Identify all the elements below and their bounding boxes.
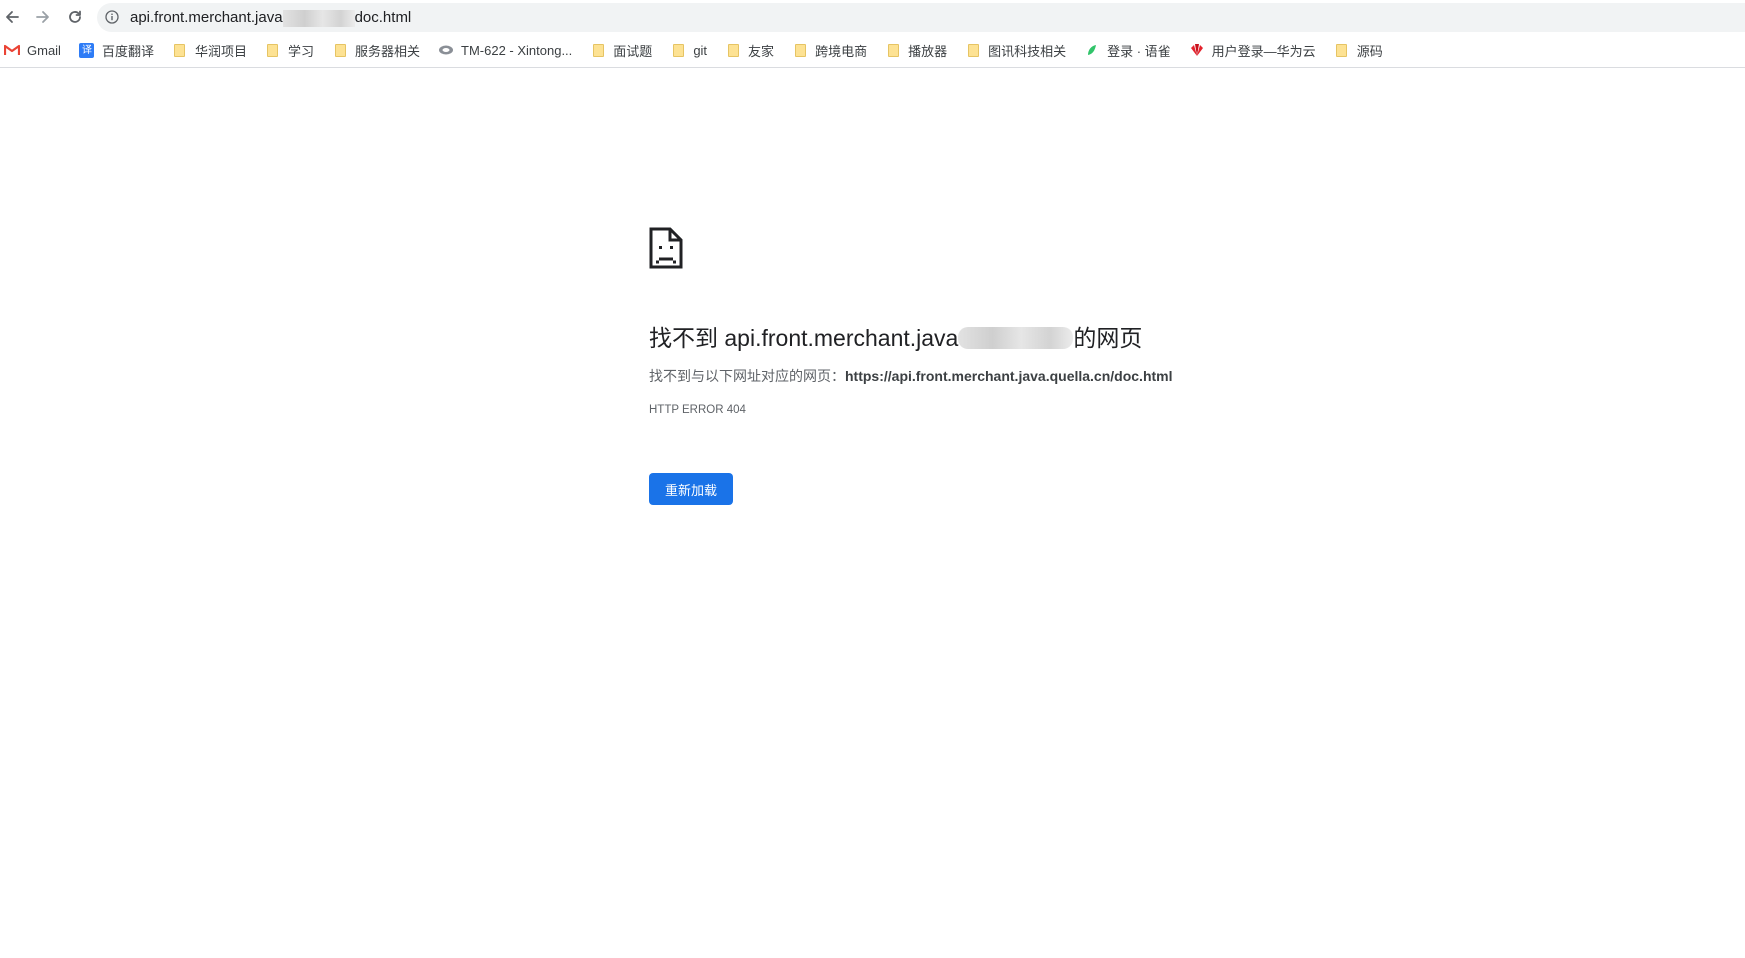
reload-toolbar-button[interactable] (63, 5, 87, 29)
bookmark-label: 百度翻译 (101, 43, 154, 59)
translate-icon: 译 (79, 42, 95, 58)
gmail-icon (4, 42, 20, 58)
description-url: https://api.front.merchant.java.quella.c… (845, 368, 1173, 384)
bookmark-tm-622[interactable]: TM-622 - Xintong... (438, 38, 572, 62)
bookmark-label: TM-622 - Xintong... (461, 42, 573, 58)
url-redacted-region (282, 9, 355, 27)
bookmark-folder-git[interactable]: git (670, 38, 707, 62)
huawei-icon (1189, 42, 1205, 58)
forward-button[interactable] (31, 5, 55, 29)
bookmark-folder-huarun[interactable]: 华润项目 (172, 38, 247, 62)
error-title: 找不到 api.front.merchant.java 的网页 (649, 319, 1142, 353)
bookmark-folder-player[interactable]: 播放器 (885, 38, 947, 62)
error-code: HTTP ERROR 404 (649, 404, 746, 416)
bookmark-folder-tuxun[interactable]: 图讯科技相关 (965, 38, 1066, 62)
address-bar[interactable]: api.front.merchant.java doc.html (97, 3, 1745, 32)
reload-button[interactable]: 重新加载 (649, 473, 733, 505)
sad-page-icon (649, 227, 683, 269)
folder-icon (332, 42, 348, 58)
back-arrow-icon (6, 11, 19, 23)
folder-icon (965, 42, 981, 58)
error-title-suffix: 的网页 (1073, 325, 1143, 351)
folder-icon (590, 42, 606, 58)
bookmark-label: 播放器 (908, 43, 948, 59)
toolbar-divider (0, 67, 1745, 68)
bookmark-label: git (693, 42, 708, 58)
bookmark-label: 学习 (287, 43, 314, 59)
browser-toolbar: api.front.merchant.java doc.html (0, 0, 1745, 33)
bookmark-folder-study[interactable]: 学习 (265, 38, 314, 62)
url-prefix: api.front.merchant.java (130, 9, 283, 26)
bookmark-label: 登录 · 语雀 (1107, 43, 1171, 59)
bookmark-yuque-login[interactable]: 登录 · 语雀 (1084, 38, 1171, 62)
bookmark-folder-youjia[interactable]: 友家 (725, 38, 774, 62)
folder-icon (172, 42, 188, 58)
bookmark-label: 跨境电商 (815, 43, 868, 59)
bookmarks-bar: Gmail 译 百度翻译 华润项目 学习 服务器相关 TM-622 - Xint… (0, 36, 1745, 64)
folder-icon (1334, 42, 1350, 58)
bookmark-folder-source[interactable]: 源码 (1334, 38, 1383, 62)
error-description: 找不到与以下网址对应的网页：https://api.front.merchant… (649, 366, 1173, 386)
back-button[interactable] (0, 5, 24, 29)
bookmark-label: 源码 (1356, 43, 1383, 59)
yuque-icon (1084, 42, 1100, 58)
forward-arrow-icon (36, 11, 49, 23)
bookmark-label: 服务器相关 (355, 43, 421, 59)
bookmark-folder-interview[interactable]: 面试题 (590, 38, 652, 62)
folder-icon (885, 42, 901, 58)
url-suffix: doc.html (354, 9, 412, 26)
bookmark-label: 华润项目 (194, 43, 247, 59)
title-redacted-region (958, 326, 1074, 349)
bookmark-folder-server[interactable]: 服务器相关 (332, 38, 420, 62)
bookmark-huawei-cloud[interactable]: 用户登录—华为云 (1189, 38, 1316, 62)
error-title-prefix: 找不到 api.front.merchant.java (649, 325, 959, 351)
bookmark-label: 面试题 (613, 43, 653, 59)
folder-icon (725, 42, 741, 58)
folder-icon (265, 42, 281, 58)
bookmark-label: 图讯科技相关 (988, 43, 1067, 59)
bookmark-label: Gmail (27, 42, 61, 58)
bookmark-label: 用户登录—华为云 (1211, 43, 1316, 59)
bookmark-baidu-translate[interactable]: 译 百度翻译 (79, 38, 154, 62)
reload-icon (69, 10, 81, 23)
folder-icon (792, 42, 808, 58)
url-text[interactable]: api.front.merchant.java doc.html (130, 9, 411, 27)
bookmark-gmail[interactable]: Gmail (4, 38, 61, 62)
jira-icon (438, 42, 454, 58)
description-text: 找不到与以下网址对应的网页： (649, 368, 845, 384)
info-icon[interactable] (105, 10, 119, 24)
bookmark-folder-crossborder[interactable]: 跨境电商 (792, 38, 867, 62)
bookmark-label: 友家 (748, 43, 775, 59)
folder-icon (670, 42, 686, 58)
